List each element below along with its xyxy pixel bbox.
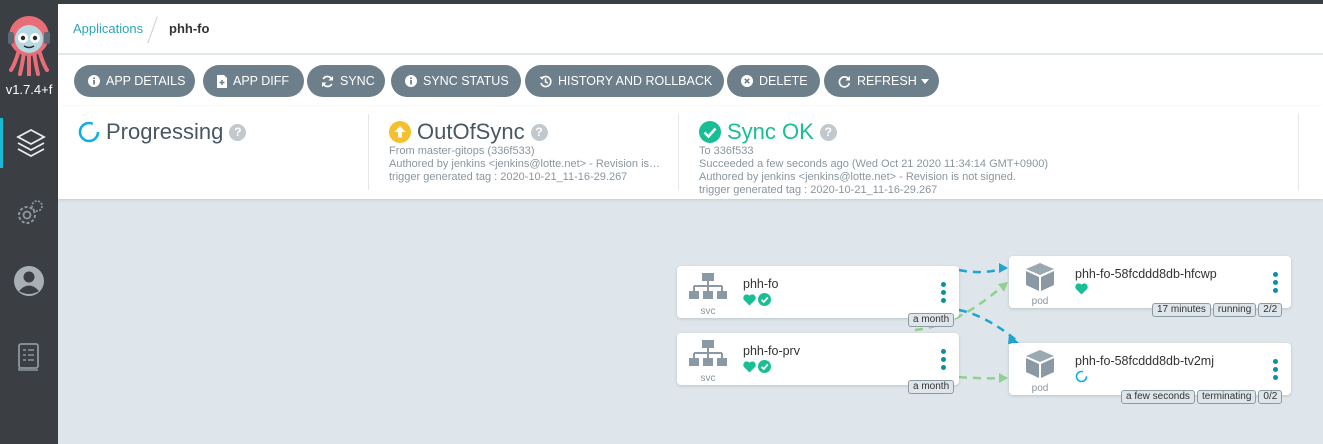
edge-svc-to-pod-3 [958,308,1017,341]
edge-svc-to-pod-1 [958,266,1007,274]
resource-name: phh-fo-58fcddd8db-hfcwp [1075,267,1217,281]
resource-name: phh-fo-58fcddd8db-tv2mj [1075,354,1214,368]
service-icon [689,273,727,299]
resource-status [743,293,771,306]
check-circle-icon [758,360,771,373]
kebab-menu-icon[interactable] [941,349,947,370]
resource-status [743,360,771,373]
progressing-spinner-icon [1075,370,1088,383]
kebab-menu-icon[interactable] [1273,272,1279,293]
resource-node-pod-hfcwp[interactable]: pod phh-fo-58fcddd8db-hfcwp [1009,256,1291,308]
resource-status [1075,283,1088,295]
resource-kind-label: svc [700,306,716,317]
resource-node-svc-phh-fo[interactable]: svc phh-fo [677,266,959,318]
pod-info-badges: 17 minutes running 2/2 [1152,303,1283,317]
resource-node-pod-tv2mj[interactable]: pod phh-fo-58fcddd8db-tv2mj [1009,343,1291,395]
kebab-menu-icon[interactable] [1273,359,1279,380]
resource-node-svc-phh-fo-prv[interactable]: svc phh-fo-prv [677,333,959,385]
resource-name: phh-fo-prv [743,344,800,358]
heart-icon [1075,283,1088,295]
edge-svc-to-pod-4 [958,375,1007,380]
pod-age-badge: 17 minutes [1152,303,1211,317]
heart-icon [743,360,756,372]
pod-phase-badge: running [1212,303,1257,317]
resource-kind-label: svc [700,373,716,384]
pod-cube-icon [1026,263,1054,291]
pod-info-badges: a few seconds terminating 0/2 [1121,390,1283,404]
resource-status [1075,370,1088,383]
service-icon [689,340,727,366]
pod-ready-badge: 0/2 [1258,390,1283,404]
resource-kind-label: pod [1031,383,1049,394]
resource-kind-label: pod [1031,296,1049,307]
resource-name: phh-fo [743,277,779,291]
resource-age-badge: a month [908,313,955,327]
pod-cube-icon [1026,350,1054,378]
kebab-menu-icon[interactable] [941,282,947,303]
resource-age-badge: a month [908,380,955,394]
pod-age-badge: a few seconds [1121,390,1195,404]
heart-icon [743,293,756,305]
pod-ready-badge: 2/2 [1258,303,1283,317]
check-circle-icon [758,293,771,306]
pod-phase-badge: terminating [1196,390,1257,404]
